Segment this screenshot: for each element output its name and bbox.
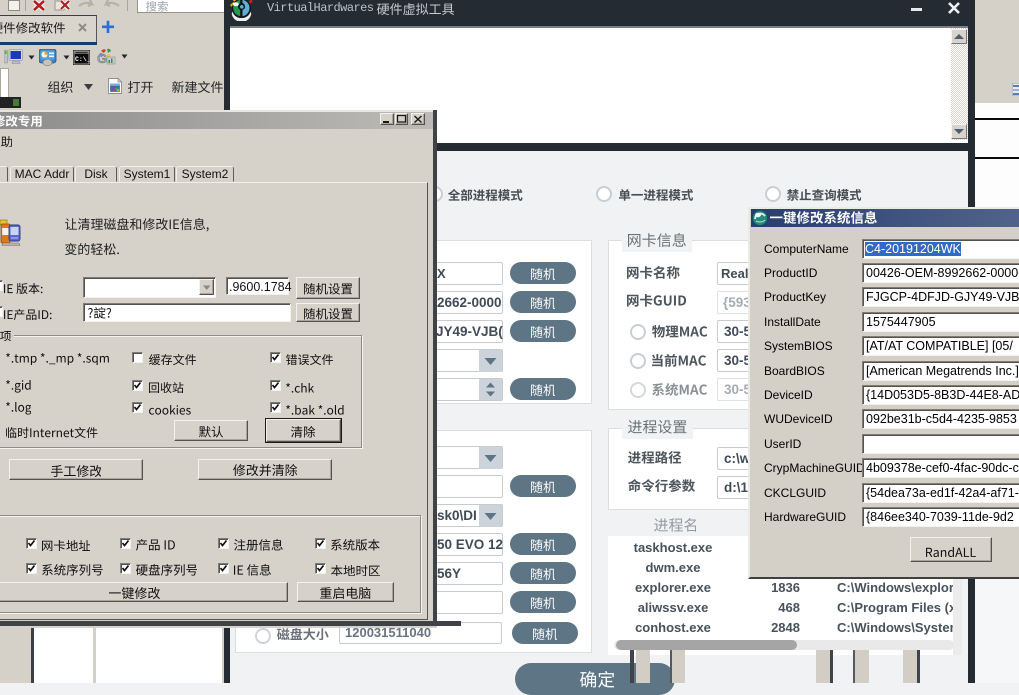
svg-text:C:\_: C:\_ [75,56,90,63]
svg-text:G: G [97,51,107,66]
